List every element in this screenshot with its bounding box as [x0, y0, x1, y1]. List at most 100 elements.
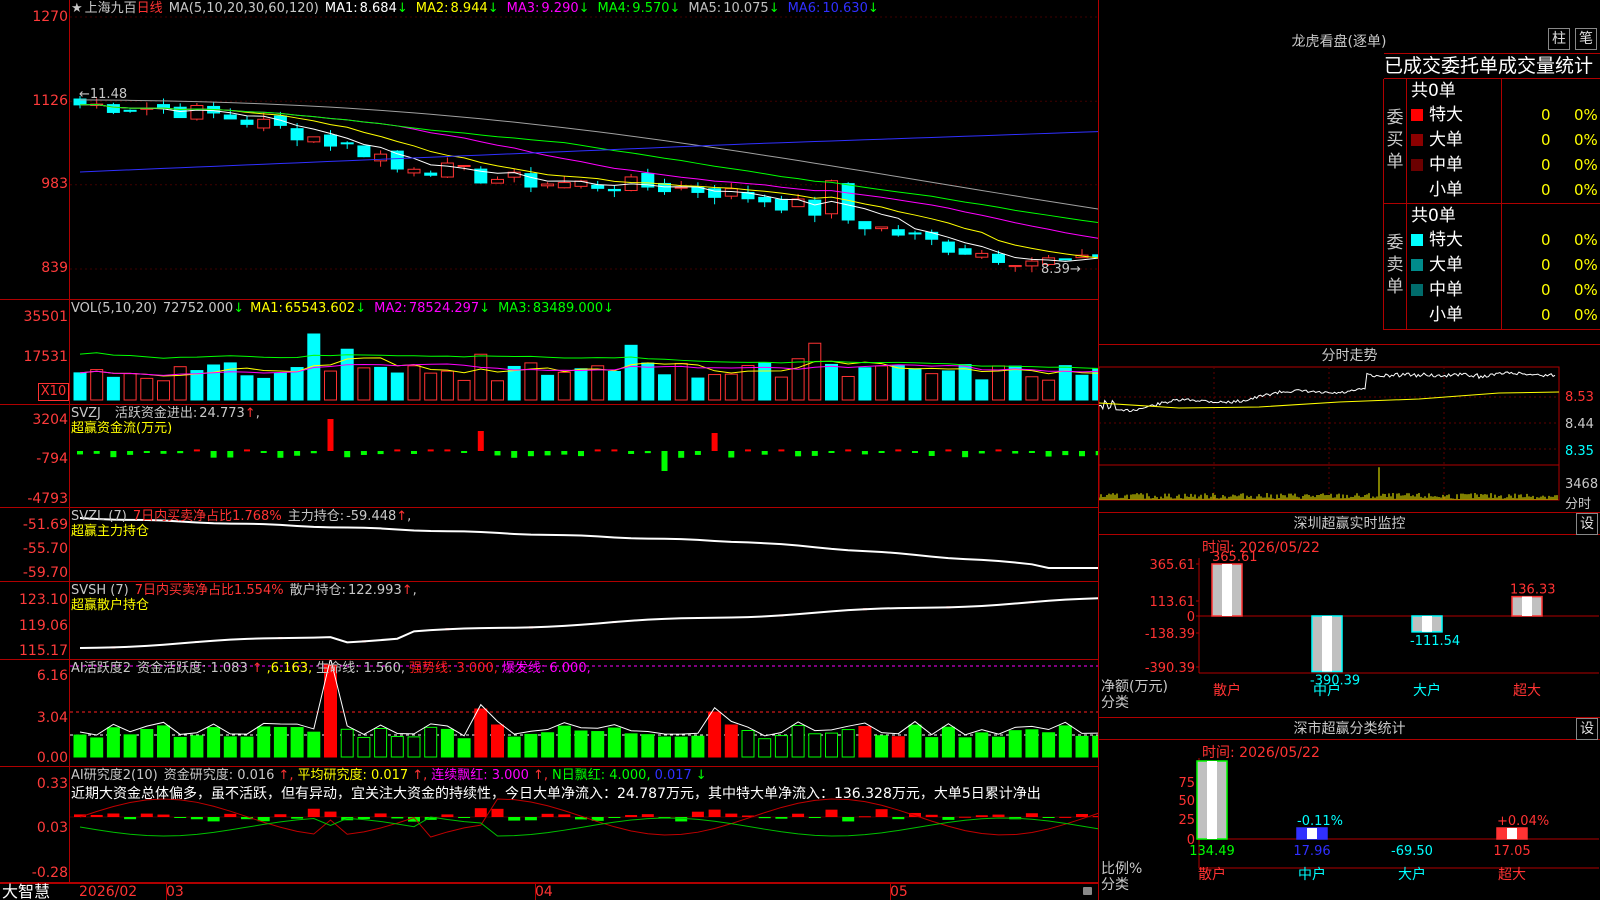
research-bar — [291, 817, 304, 819]
x-tick-marks — [166, 883, 167, 900]
ma-line — [80, 17, 1090, 230]
volume-bar — [491, 380, 504, 401]
volume-bar — [708, 374, 722, 401]
activity-bar — [574, 730, 588, 758]
activity-bar — [273, 726, 287, 758]
research-bar — [925, 814, 938, 817]
monitor-bar-shine — [1522, 596, 1532, 616]
intraday-chart[interactable] — [1099, 345, 1600, 513]
candle — [774, 198, 788, 211]
svzj-bar — [260, 451, 267, 453]
activity-bar — [1042, 732, 1056, 758]
candle — [457, 164, 471, 167]
monitor-bar — [1511, 595, 1543, 617]
ai-active-chart[interactable] — [0, 660, 1098, 767]
low-price-label: 8.39→ — [1041, 262, 1081, 277]
svzj-bar — [127, 451, 134, 455]
activity-bar — [340, 728, 354, 758]
activity-bar — [891, 736, 905, 758]
activity-bar — [975, 732, 989, 758]
activity-bar — [691, 735, 705, 758]
kline-chart[interactable] — [0, 0, 1098, 300]
volume-bar — [925, 373, 939, 401]
research-bar — [1042, 817, 1055, 818]
candle — [424, 172, 438, 176]
candle — [674, 186, 688, 189]
ai-active-field-0: 资金活跃度: 1.083 — [137, 661, 248, 676]
volume-panel[interactable]: VOL(5,10,20) 72752.000↓ MA1: 65543.602↓ MA2:… — [0, 300, 1098, 405]
research-bar — [758, 817, 771, 819]
ai-research-chart[interactable] — [0, 767, 1098, 883]
dragon-row: 大单 0 0% — [1411, 253, 1599, 277]
activity-bar — [908, 724, 922, 758]
ai-active-panel[interactable]: AI活跃度2 资金活跃度: 1.083 ↑ ,6.163, 生命线: 1.560, 强势线… — [0, 660, 1098, 767]
vol-ma-value: 65543.602 — [284, 301, 356, 316]
svzj-bar — [360, 451, 367, 455]
volume-bar — [1008, 365, 1022, 401]
svzj-bar — [795, 451, 802, 457]
kline-tick: 983 — [41, 176, 68, 192]
kline-panel[interactable]: ★ 上海九百日线 MA(5,10,20,30,60,120) MA1: 8.684↓ MA… — [0, 0, 1098, 300]
color-swatch-icon — [1411, 159, 1423, 171]
svzl-tick: -59.70 — [22, 565, 68, 581]
classify-panel[interactable]: 深市超赢分类统计 设 时间: 2026/05/22 75 50 25 0 134.49 散… — [1099, 718, 1600, 900]
svsh-panel[interactable]: SVSH (7) 7日内买卖净占比1.554% 散户持仓: 122.993↑, 超赢散… — [0, 582, 1098, 660]
vol-ma-arrow: ↓ — [355, 301, 367, 316]
activity-bar — [925, 737, 939, 758]
classify-x-title: 分类 — [1101, 877, 1129, 893]
dragon-table: 委买单 共0单 特大 0 0% 大单 0 0% 中单 0 0% 小单 0 0% 委卖单 共0单 特大 0… — [1383, 79, 1600, 330]
volume-bar — [841, 375, 855, 401]
ai-active-fields: 资金活跃度: 1.083 ↑ ,6.163, 生命线: 1.560, 强势线: 3.00… — [137, 661, 595, 676]
classify-category-label: 散户 — [1198, 866, 1226, 883]
classify-chart[interactable]: 7550250134.49散户-0.11%17.96中户-69.50大户+0.0… — [1099, 718, 1600, 900]
vol-tick: 17531 — [23, 349, 68, 365]
svzj-bar — [93, 451, 100, 454]
volume-bar — [791, 358, 805, 401]
monitor-tick: 113.61 — [1150, 595, 1196, 610]
activity-bar — [123, 734, 137, 758]
column-view-button[interactable]: 柱 — [1548, 28, 1570, 50]
volume-bar — [774, 376, 788, 401]
activity-bar — [374, 728, 388, 758]
volume-bar — [440, 370, 454, 401]
dragon-col-divider — [1501, 79, 1502, 204]
monitor-tick: -138.39 — [1145, 627, 1195, 642]
sell-side-label: 委卖单 — [1386, 233, 1404, 297]
intraday-panel[interactable]: 分时走势 8.53 8.44 8.35 3468 分时 — [1099, 345, 1600, 513]
dragon-row-count: 0 — [1541, 231, 1551, 249]
svzj-tick: 3204 — [32, 412, 68, 428]
svzl-line — [79, 517, 1098, 569]
activity-bar — [257, 726, 271, 758]
volume-bar — [240, 375, 254, 401]
x-tick-marks — [890, 883, 891, 900]
research-bar — [775, 817, 788, 819]
activity-bar — [140, 728, 154, 758]
svzj-panel[interactable]: SVZJ 活跃资金进出: 24.773↑, 超赢资金流(万元) 3204 -794 … — [0, 405, 1098, 508]
monitor-tick: 365.61 — [1150, 558, 1196, 573]
research-bar — [792, 813, 805, 817]
svzl-panel[interactable]: SVZL (7) 7日内买卖净占比1.768% 主力持仓: -59.448↑, 超赢主… — [0, 508, 1098, 582]
dragon-row-pct: 0% — [1574, 231, 1598, 249]
pen-view-button[interactable]: 笔 — [1575, 28, 1597, 50]
monitor-category-label: 大户 — [1413, 682, 1441, 699]
svsh-tick: 123.10 — [19, 592, 68, 608]
activity-bar — [507, 736, 521, 758]
research-bar — [140, 813, 153, 817]
research-bar — [174, 817, 187, 818]
ma-value: 8.684 — [359, 1, 397, 16]
ma-value: 8.944 — [450, 1, 488, 16]
classify-bar — [1296, 827, 1328, 840]
ai-research-panel[interactable]: AI研究度2(10) 资金研究度: 0.016 ↑, 平均研究度: 0.017 ↑, 连续… — [0, 767, 1098, 883]
ma-value: 9.290 — [541, 1, 579, 16]
lock-icon[interactable] — [1083, 887, 1092, 895]
monitor-panel[interactable]: 深圳超赢实时监控 设 时间: 2026/05/22 365.61 113.61 0-… — [1099, 513, 1600, 718]
svsh-arrow: ↑ — [401, 583, 413, 598]
research-bar — [725, 813, 738, 817]
color-swatch-icon — [1411, 109, 1423, 121]
svzj-arrow: ↑ — [244, 406, 256, 421]
ai-research-comment: 近期大资金总体偏多，虽不活跃，但有异动，宜关注大资金的持续性，今日大单净流入：2… — [71, 786, 1041, 802]
ma-arrow: ↓ — [867, 1, 879, 16]
activity-bar — [390, 736, 404, 758]
period-label: 日线 — [136, 1, 163, 16]
monitor-chart[interactable]: 365.61113.610-138.39-390.39365.61散户-390.… — [1099, 513, 1600, 718]
